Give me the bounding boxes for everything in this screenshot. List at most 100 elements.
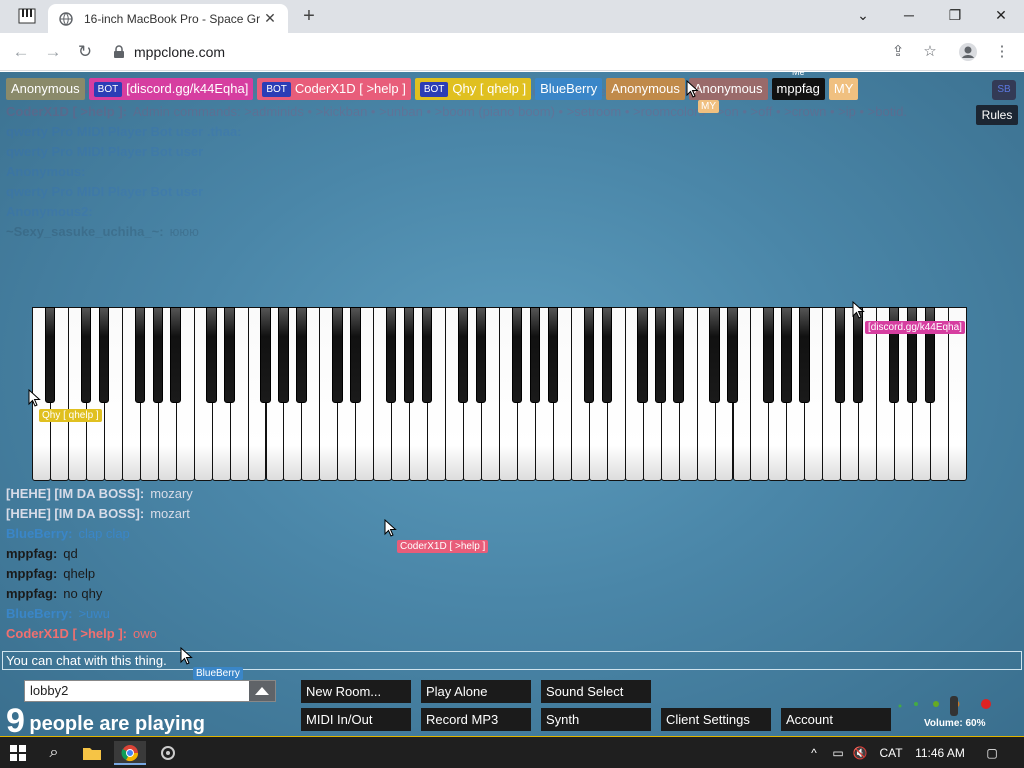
close-tab-icon[interactable]: ✕ xyxy=(262,10,278,27)
new-tab-button[interactable]: + xyxy=(298,5,320,27)
play-alone-button[interactable]: Play Alone xyxy=(421,680,531,703)
black-key[interactable] xyxy=(547,307,559,403)
settings-app-icon[interactable] xyxy=(156,741,180,765)
user-name-tag[interactable]: BOT Qhy [ qhelp ] xyxy=(414,78,532,100)
black-key[interactable] xyxy=(260,307,271,403)
menu-kebab-icon[interactable]: ⋮ xyxy=(992,42,1012,62)
user-name-tag[interactable]: Anonymous xyxy=(688,78,768,100)
black-key[interactable] xyxy=(332,307,343,403)
black-key[interactable] xyxy=(134,307,145,403)
user-name-tag[interactable]: Me mppfag xyxy=(771,72,825,100)
black-key[interactable] xyxy=(601,307,612,403)
network-icon[interactable]: ▭ xyxy=(828,741,848,765)
close-window-button[interactable]: ✕ xyxy=(978,0,1024,30)
chat-text: ююю xyxy=(169,224,199,239)
black-key[interactable] xyxy=(637,307,648,403)
bookmark-star-icon[interactable]: ☆ xyxy=(920,42,940,62)
black-key[interactable] xyxy=(709,307,720,403)
chat-text: owo xyxy=(133,626,157,641)
chat-author: Anonymous2: xyxy=(6,204,93,219)
clock[interactable]: 11:46 AM xyxy=(910,741,970,765)
user-name-tag[interactable]: BOT CoderX1D [ >help ] xyxy=(257,78,411,100)
volume-knob-icon[interactable] xyxy=(896,696,996,720)
black-key[interactable] xyxy=(511,307,523,403)
chat-message: mppfag: qd xyxy=(6,544,1018,564)
minimize-button[interactable]: ─ xyxy=(886,0,932,30)
language-indicator[interactable]: CAT xyxy=(876,741,906,765)
black-key[interactable] xyxy=(350,307,361,403)
volume-control[interactable]: Volume: 60% xyxy=(896,696,996,729)
black-key[interactable] xyxy=(583,307,594,403)
windows-start-icon[interactable] xyxy=(6,741,30,765)
user-name-tag[interactable]: Anonymous xyxy=(6,78,85,100)
back-arrow-icon[interactable]: ← xyxy=(10,41,32,63)
black-key[interactable] xyxy=(224,307,235,403)
midi-button[interactable]: MIDI In/Out xyxy=(301,708,411,731)
chat-message: qwerty Pro MIDI Player Bot user xyxy=(6,142,1018,162)
black-key[interactable] xyxy=(655,307,666,403)
file-explorer-icon[interactable] xyxy=(80,741,104,765)
user-name-tag[interactable]: Anonymous xyxy=(606,78,685,100)
chat-message: BlueBerry: >uwu xyxy=(6,604,1018,624)
black-key[interactable] xyxy=(170,307,181,403)
new-room-button[interactable]: New Room... xyxy=(301,680,411,703)
black-key[interactable] xyxy=(781,307,792,403)
tray-chevron-icon[interactable]: ^ xyxy=(804,741,824,765)
black-key[interactable] xyxy=(457,307,469,403)
chat-history-bottom: [HEHE] [IM DA BOSS]: mozary [HEHE] [IM DA … xyxy=(6,484,1018,644)
black-key[interactable] xyxy=(403,307,415,403)
mouse-cursor-icon xyxy=(852,301,865,319)
chat-message: ~Sexy_sasuke_uchiha_~: ююю xyxy=(6,222,1018,242)
user-name-tag[interactable]: BlueBerry xyxy=(535,78,603,100)
browser-tab[interactable]: 16-inch MacBook Pro - Space Gr ✕ xyxy=(48,4,288,33)
sound-select-button[interactable]: Sound Select xyxy=(541,680,651,703)
black-key[interactable] xyxy=(727,307,738,403)
account-button[interactable]: Account xyxy=(781,708,891,731)
black-key[interactable] xyxy=(421,307,433,403)
client-settings-button[interactable]: Client Settings xyxy=(661,708,771,731)
user-name-tag[interactable]: MY xyxy=(828,78,859,100)
black-key[interactable] xyxy=(98,307,110,403)
user-name-text: MY xyxy=(833,81,854,96)
notification-icon[interactable]: ▢ xyxy=(980,741,1004,765)
black-key[interactable] xyxy=(278,307,289,403)
tab-title: 16-inch MacBook Pro - Space Gr xyxy=(84,11,261,26)
player-count-number: 9 xyxy=(6,702,25,736)
black-key[interactable] xyxy=(386,307,397,403)
record-mp3-button[interactable]: Record MP3 xyxy=(421,708,531,731)
black-key[interactable] xyxy=(475,307,487,403)
tab-search-icon[interactable]: ⌄ xyxy=(840,0,886,30)
black-key[interactable] xyxy=(296,307,307,403)
piano-app-icon[interactable] xyxy=(18,7,36,25)
room-dropdown-arrow-icon[interactable] xyxy=(249,681,275,701)
forward-arrow-icon[interactable]: → xyxy=(42,41,64,63)
piano-keyboard[interactable] xyxy=(32,307,967,481)
user-name-tag[interactable]: BOT [discord.gg/k44Eqha] xyxy=(88,78,254,100)
black-key[interactable] xyxy=(44,307,56,403)
black-key[interactable] xyxy=(853,307,864,403)
black-key[interactable] xyxy=(673,307,684,403)
search-icon[interactable]: ⌕ xyxy=(42,741,66,765)
share-icon[interactable]: ⇪ xyxy=(888,42,908,62)
synth-button[interactable]: Synth xyxy=(541,708,651,731)
black-key[interactable] xyxy=(206,307,217,403)
chrome-taskbar-icon[interactable] xyxy=(114,741,146,765)
black-key[interactable] xyxy=(799,307,810,403)
chat-history-top: CoderX1D [ >help ]:Fun: >uwu • >owo • >y… xyxy=(6,82,1018,242)
room-selector[interactable]: lobby2 xyxy=(24,680,276,702)
restore-button[interactable]: ❐ xyxy=(932,0,978,30)
rules-button[interactable]: Rules xyxy=(976,105,1018,125)
black-key[interactable] xyxy=(529,307,541,403)
reload-icon[interactable]: ↻ xyxy=(74,41,96,63)
corner-settings-button[interactable]: SB xyxy=(992,80,1016,100)
volume-label: Volume: 60% xyxy=(924,718,986,729)
address-bar[interactable]: mppclone.com xyxy=(112,39,912,65)
chat-author: BlueBerry: xyxy=(6,606,73,621)
black-key[interactable] xyxy=(835,307,846,403)
chat-input[interactable]: You can chat with this thing. xyxy=(2,651,1022,670)
black-key[interactable] xyxy=(763,307,774,403)
volume-muted-icon[interactable]: 🔇 xyxy=(850,741,870,765)
black-key[interactable] xyxy=(152,307,163,403)
profile-icon[interactable] xyxy=(958,42,978,62)
black-key[interactable] xyxy=(80,307,92,403)
